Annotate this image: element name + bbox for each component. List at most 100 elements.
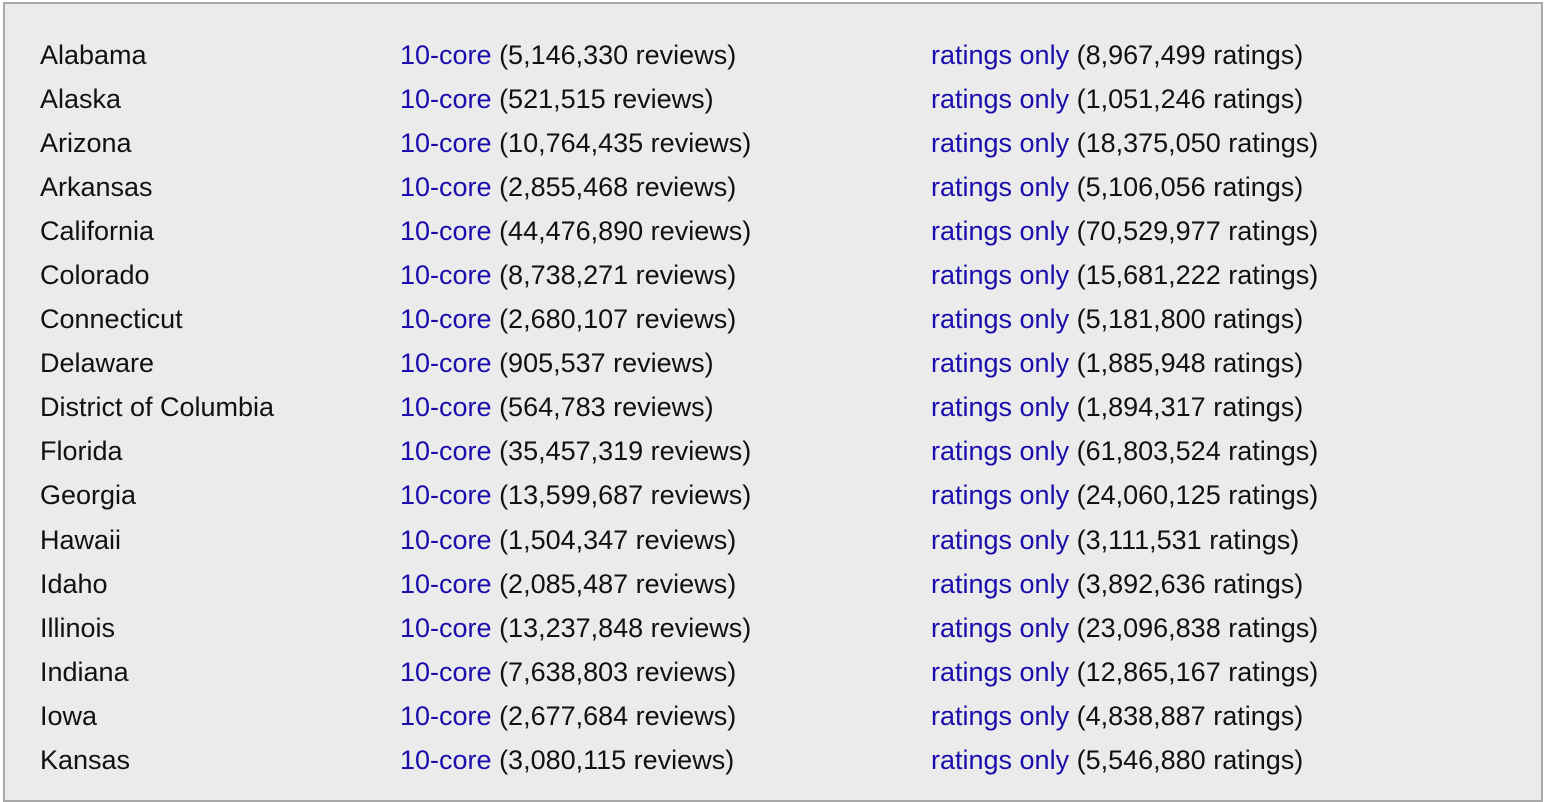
core-cell: 10-core (44,476,890 reviews) bbox=[400, 209, 931, 253]
table-row: Arkansas 10-core (2,855,468 reviews) rat… bbox=[40, 165, 1371, 209]
state-name: Indiana bbox=[40, 656, 129, 687]
ratings-only-link[interactable]: ratings only bbox=[931, 480, 1069, 510]
rating-count: (12,865,167 ratings) bbox=[1076, 656, 1319, 687]
core-cell: 10-core (13,237,848 reviews) bbox=[400, 606, 931, 650]
table-row: Florida 10-core (35,457,319 reviews) rat… bbox=[40, 430, 1371, 474]
ratings-only-link[interactable]: ratings only bbox=[931, 657, 1069, 687]
10-core-link[interactable]: 10-core bbox=[400, 613, 492, 643]
10-core-link[interactable]: 10-core bbox=[400, 216, 492, 246]
table-row: Alaska 10-core (521,515 reviews) ratings… bbox=[40, 77, 1371, 121]
rating-count: (61,803,524 ratings) bbox=[1076, 436, 1319, 467]
core-cell: 10-core (1,504,347 reviews) bbox=[400, 518, 931, 562]
review-count: (44,476,890 reviews) bbox=[499, 215, 752, 246]
table-row: Alabama 10-core (5,146,330 reviews) rati… bbox=[40, 33, 1371, 77]
core-cell: 10-core (521,515 reviews) bbox=[400, 77, 931, 121]
core-cell: 10-core (7,638,803 reviews) bbox=[400, 650, 931, 694]
table-row: Hawaii 10-core (1,504,347 reviews) ratin… bbox=[40, 518, 1371, 562]
ratings-only-link[interactable]: ratings only bbox=[931, 701, 1069, 731]
10-core-link[interactable]: 10-core bbox=[400, 348, 492, 378]
10-core-link[interactable]: 10-core bbox=[400, 745, 492, 775]
table-row: Iowa 10-core (2,677,684 reviews) ratings… bbox=[40, 694, 1371, 738]
core-cell: 10-core (2,855,468 reviews) bbox=[400, 165, 931, 209]
rating-count: (24,060,125 ratings) bbox=[1076, 480, 1319, 511]
review-count: (13,599,687 reviews) bbox=[499, 480, 752, 511]
review-count: (8,738,271 reviews) bbox=[499, 260, 737, 291]
review-count: (564,783 reviews) bbox=[499, 392, 714, 423]
review-count: (1,504,347 reviews) bbox=[499, 524, 737, 555]
ratings-only-link[interactable]: ratings only bbox=[931, 392, 1069, 422]
10-core-link[interactable]: 10-core bbox=[400, 525, 492, 555]
ratings-only-link[interactable]: ratings only bbox=[931, 525, 1069, 555]
ratings-only-link[interactable]: ratings only bbox=[931, 348, 1069, 378]
state-name: Idaho bbox=[40, 568, 108, 599]
10-core-link[interactable]: 10-core bbox=[400, 304, 492, 334]
10-core-link[interactable]: 10-core bbox=[400, 657, 492, 687]
ratings-only-link[interactable]: ratings only bbox=[931, 260, 1069, 290]
10-core-link[interactable]: 10-core bbox=[400, 392, 492, 422]
ratings-only-link[interactable]: ratings only bbox=[931, 569, 1069, 599]
rating-count: (3,892,636 ratings) bbox=[1076, 568, 1304, 599]
ratings-cell: ratings only (3,111,531 ratings) bbox=[931, 518, 1371, 562]
core-cell: 10-core (905,537 reviews) bbox=[400, 342, 931, 386]
review-count: (10,764,435 reviews) bbox=[499, 127, 752, 158]
ratings-only-link[interactable]: ratings only bbox=[931, 172, 1069, 202]
10-core-link[interactable]: 10-core bbox=[400, 569, 492, 599]
ratings-cell: ratings only (15,681,222 ratings) bbox=[931, 253, 1371, 297]
table-row: Arizona 10-core (10,764,435 reviews) rat… bbox=[40, 121, 1371, 165]
rating-count: (18,375,050 ratings) bbox=[1076, 127, 1319, 158]
ratings-only-link[interactable]: ratings only bbox=[931, 84, 1069, 114]
ratings-cell: ratings only (5,106,056 ratings) bbox=[931, 165, 1371, 209]
rating-count: (5,106,056 ratings) bbox=[1076, 171, 1304, 202]
review-count: (521,515 reviews) bbox=[499, 83, 714, 114]
state-name: Alaska bbox=[40, 83, 122, 114]
ratings-only-link[interactable]: ratings only bbox=[931, 128, 1069, 158]
ratings-only-link[interactable]: ratings only bbox=[931, 436, 1069, 466]
10-core-link[interactable]: 10-core bbox=[400, 84, 492, 114]
table-row: Kansas 10-core (3,080,115 reviews) ratin… bbox=[40, 739, 1371, 783]
10-core-link[interactable]: 10-core bbox=[400, 260, 492, 290]
rating-count: (15,681,222 ratings) bbox=[1076, 260, 1319, 291]
rating-count: (1,885,948 ratings) bbox=[1076, 348, 1304, 379]
ratings-only-link[interactable]: ratings only bbox=[931, 745, 1069, 775]
state-name: Georgia bbox=[40, 480, 137, 511]
state-files-table-body: Alabama 10-core (5,146,330 reviews) rati… bbox=[40, 33, 1371, 783]
state-name: Connecticut bbox=[40, 304, 183, 335]
rating-count: (8,967,499 ratings) bbox=[1076, 39, 1304, 70]
state-name: Illinois bbox=[40, 612, 116, 643]
10-core-link[interactable]: 10-core bbox=[400, 40, 492, 70]
ratings-only-link[interactable]: ratings only bbox=[931, 216, 1069, 246]
core-cell: 10-core (13,599,687 reviews) bbox=[400, 474, 931, 518]
state-name: Kansas bbox=[40, 745, 131, 776]
ratings-cell: ratings only (1,051,246 ratings) bbox=[931, 77, 1371, 121]
ratings-only-link[interactable]: ratings only bbox=[931, 613, 1069, 643]
state-name: Arizona bbox=[40, 127, 132, 158]
ratings-cell: ratings only (4,838,887 ratings) bbox=[931, 694, 1371, 738]
ratings-cell: ratings only (1,885,948 ratings) bbox=[931, 342, 1371, 386]
core-cell: 10-core (2,680,107 reviews) bbox=[400, 298, 931, 342]
core-cell: 10-core (8,738,271 reviews) bbox=[400, 253, 931, 297]
ratings-cell: ratings only (61,803,524 ratings) bbox=[931, 430, 1371, 474]
core-cell: 10-core (2,085,487 reviews) bbox=[400, 562, 931, 606]
10-core-link[interactable]: 10-core bbox=[400, 172, 492, 202]
state-name: Delaware bbox=[40, 348, 155, 379]
state-data-panel: Alabama 10-core (5,146,330 reviews) rati… bbox=[3, 2, 1543, 802]
table-row: Georgia 10-core (13,599,687 reviews) rat… bbox=[40, 474, 1371, 518]
core-cell: 10-core (10,764,435 reviews) bbox=[400, 121, 931, 165]
review-count: (3,080,115 reviews) bbox=[499, 745, 735, 776]
ratings-only-link[interactable]: ratings only bbox=[931, 40, 1069, 70]
table-row: Illinois 10-core (13,237,848 reviews) ra… bbox=[40, 606, 1371, 650]
core-cell: 10-core (5,146,330 reviews) bbox=[400, 33, 931, 77]
10-core-link[interactable]: 10-core bbox=[400, 128, 492, 158]
ratings-only-link[interactable]: ratings only bbox=[931, 304, 1069, 334]
10-core-link[interactable]: 10-core bbox=[400, 480, 492, 510]
ratings-cell: ratings only (3,892,636 ratings) bbox=[931, 562, 1371, 606]
table-row: California 10-core (44,476,890 reviews) … bbox=[40, 209, 1371, 253]
review-count: (5,146,330 reviews) bbox=[499, 39, 737, 70]
rating-count: (5,546,880 ratings) bbox=[1076, 745, 1304, 776]
10-core-link[interactable]: 10-core bbox=[400, 436, 492, 466]
review-count: (35,457,319 reviews) bbox=[499, 436, 752, 467]
core-cell: 10-core (564,783 reviews) bbox=[400, 386, 931, 430]
rating-count: (4,838,887 ratings) bbox=[1076, 700, 1304, 731]
state-name: Arkansas bbox=[40, 171, 153, 202]
10-core-link[interactable]: 10-core bbox=[400, 701, 492, 731]
